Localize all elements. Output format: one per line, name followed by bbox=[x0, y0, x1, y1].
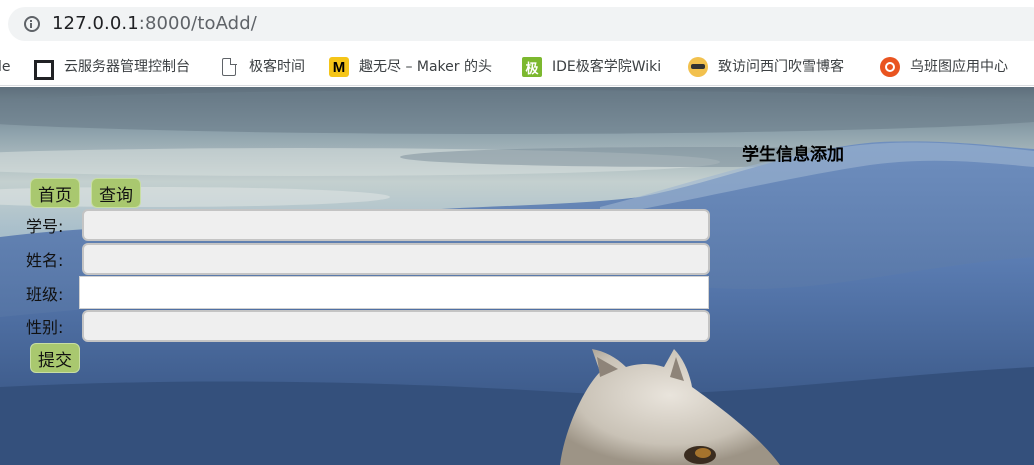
bookmark-maker[interactable]: M 趣无尽 – Maker 的头 bbox=[329, 57, 492, 77]
bookmark-geektime[interactable]: 极客时间 bbox=[219, 57, 305, 77]
class-label: 班级: bbox=[26, 284, 64, 304]
bookmark-label: 云服务器管理控制台 bbox=[64, 59, 190, 75]
form-row-student-id: 学号: bbox=[26, 209, 710, 241]
blog-icon bbox=[688, 57, 708, 77]
gender-input[interactable] bbox=[82, 310, 710, 342]
form-row-class: 班级: bbox=[26, 276, 709, 309]
bookmark-label: le bbox=[0, 59, 11, 75]
bookmark-jike-wiki[interactable]: 极 IDE极客学院Wiki bbox=[522, 57, 661, 77]
jikexueyuan-icon: 极 bbox=[522, 57, 542, 77]
maker-m-icon: M bbox=[329, 57, 349, 77]
url-text[interactable]: 127.0.0.1:8000/toAdd/ bbox=[52, 13, 257, 34]
bookmark-label: 乌班图应用中心 bbox=[910, 59, 1008, 75]
bookmark-label: 极客时间 bbox=[249, 59, 305, 75]
student-id-input[interactable] bbox=[82, 209, 710, 241]
name-input[interactable] bbox=[82, 243, 710, 275]
form-row-gender: 性别: bbox=[26, 310, 710, 342]
cloud-console-icon bbox=[34, 57, 54, 80]
bookmark-partial[interactable]: le bbox=[0, 57, 11, 77]
student-id-label: 学号: bbox=[26, 217, 64, 236]
bookmark-label: 致访问西门吹雪博客 bbox=[718, 59, 844, 75]
bookmark-cloud-console[interactable]: 云服务器管理控制台 bbox=[34, 57, 190, 80]
form-row-name: 姓名: bbox=[26, 243, 710, 275]
bookmark-ubuntu[interactable]: 乌班图应用中心 bbox=[880, 57, 1008, 77]
query-button[interactable]: 查询 bbox=[91, 178, 141, 208]
site-info-icon[interactable] bbox=[24, 16, 40, 32]
bookmark-blog[interactable]: 致访问西门吹雪博客 bbox=[688, 57, 844, 77]
class-input[interactable] bbox=[79, 276, 709, 309]
page-title: 学生信息添加 bbox=[742, 145, 844, 165]
bookmark-label: IDE极客学院Wiki bbox=[552, 59, 662, 75]
browser-address-bar: 127.0.0.1:8000/toAdd/ bbox=[0, 0, 1034, 48]
nav-buttons: 首页 查询 bbox=[30, 178, 141, 208]
document-icon bbox=[219, 57, 239, 77]
bookmarks-bar: le 云服务器管理控制台 极客时间 M 趣无尽 – Maker 的头 极 IDE… bbox=[0, 48, 1034, 86]
ubuntu-icon bbox=[880, 57, 900, 77]
submit-button[interactable]: 提交 bbox=[30, 343, 80, 373]
home-button[interactable]: 首页 bbox=[30, 178, 80, 208]
omnibox[interactable]: 127.0.0.1:8000/toAdd/ bbox=[8, 7, 1034, 41]
gender-label: 性别: bbox=[26, 318, 64, 337]
bookmark-label: 趣无尽 – Maker 的头 bbox=[359, 59, 492, 75]
name-label: 姓名: bbox=[26, 251, 64, 270]
submit-wrapper: 提交 bbox=[30, 343, 80, 373]
